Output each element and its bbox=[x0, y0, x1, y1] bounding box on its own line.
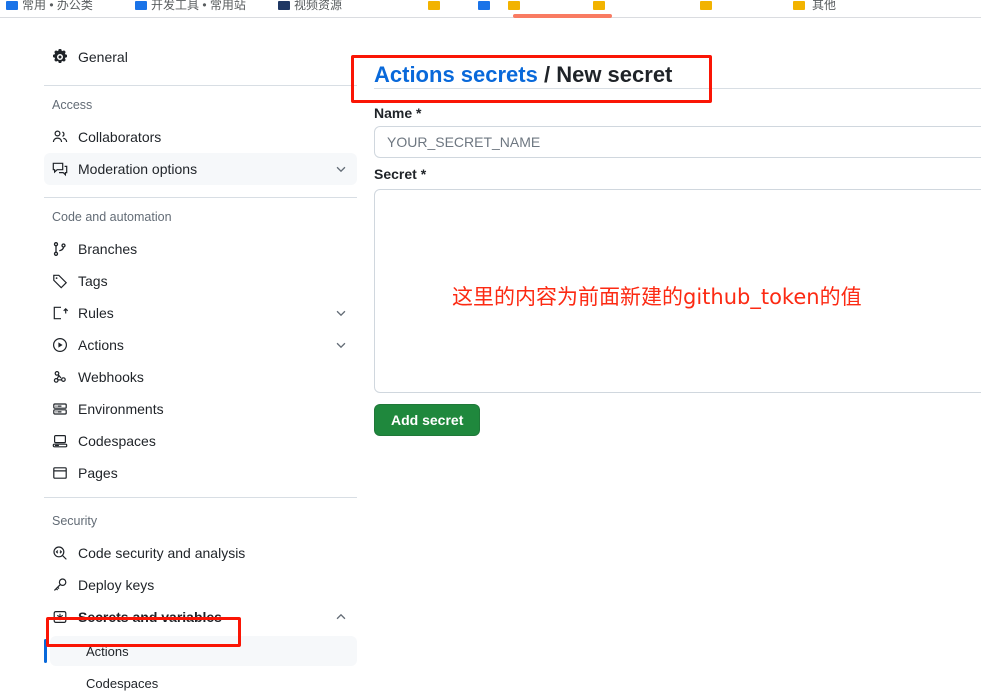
secret-field-label: Secret * bbox=[374, 166, 427, 182]
bookmark-folder-icon-8[interactable] bbox=[793, 1, 805, 10]
sidebar-item-label-moderation-options: Moderation options bbox=[78, 161, 198, 177]
main-content: Actions secrets / New secret Name * Secr… bbox=[374, 19, 981, 694]
sidebar-item-environments[interactable]: Environments bbox=[44, 393, 357, 425]
rules-icon bbox=[52, 305, 68, 321]
chevron-up-icon[interactable] bbox=[333, 609, 349, 625]
sidebar-divider-2 bbox=[44, 197, 357, 198]
bookmark-folder-icon-5[interactable] bbox=[508, 1, 520, 10]
git-branch-icon bbox=[52, 241, 68, 257]
sidebar-item-label-deploy-keys: Deploy keys bbox=[78, 577, 155, 593]
sidebar-subitem-label-codespaces: Codespaces bbox=[86, 675, 159, 691]
chevron-down-icon[interactable] bbox=[333, 337, 349, 353]
breadcrumb-link-actions-secrets[interactable]: Actions secrets bbox=[374, 62, 538, 87]
sidebar-item-label-pages: Pages bbox=[78, 465, 118, 481]
sidebar-item-secrets-and-variables[interactable]: Secrets and variables bbox=[44, 601, 357, 633]
play-circle-icon bbox=[52, 337, 68, 353]
active-tab-indicator bbox=[513, 14, 612, 18]
add-secret-button[interactable]: Add secret bbox=[374, 404, 481, 436]
webhook-icon bbox=[52, 369, 68, 385]
gear-icon bbox=[52, 49, 68, 65]
sidebar-subitem-label-actions: Actions bbox=[86, 643, 129, 659]
people-icon bbox=[52, 129, 68, 145]
bookmark-label-2[interactable]: 视频资源 bbox=[294, 0, 342, 11]
codespaces-icon bbox=[52, 433, 68, 449]
bookmark-icon-2[interactable] bbox=[278, 1, 290, 10]
sidebar-item-label-branches: Branches bbox=[78, 241, 138, 257]
secret-value-textarea[interactable] bbox=[374, 189, 981, 393]
breadcrumb-current: New secret bbox=[556, 61, 673, 87]
codescan-icon bbox=[52, 545, 68, 561]
browser-bookmarks-bar: 常用 • 办公类 开发工具 • 常用站 视频资源 其他 bbox=[0, 0, 981, 13]
sidebar-item-pages[interactable]: Pages bbox=[44, 457, 357, 489]
bookmark-label-9[interactable]: 其他 bbox=[812, 0, 836, 11]
sidebar-item-deploy-keys[interactable]: Deploy keys bbox=[44, 569, 357, 601]
sidebar-item-code-security-and-analysis[interactable]: Code security and analysis bbox=[44, 537, 357, 569]
sidebar-item-general[interactable]: General bbox=[44, 41, 357, 73]
sidebar-subitem-actions[interactable]: Actions bbox=[44, 636, 357, 666]
bookmark-icon-0[interactable] bbox=[6, 1, 18, 10]
bookmark-folder-icon-7[interactable] bbox=[700, 1, 712, 10]
sidebar-item-label-collaborators: Collaborators bbox=[78, 129, 162, 145]
sidebar-section-heading-access: Access bbox=[52, 98, 93, 112]
sidebar-item-moderation-options[interactable]: Moderation options bbox=[44, 153, 357, 185]
bookmark-folder-icon-6[interactable] bbox=[593, 1, 605, 10]
bookmark-folder-icon-3[interactable] bbox=[428, 1, 440, 10]
breadcrumb-separator: / bbox=[537, 61, 557, 87]
sidebar-item-label-environments: Environments bbox=[78, 401, 164, 417]
sidebar-item-collaborators[interactable]: Collaborators bbox=[44, 121, 357, 153]
sidebar-item-label-general: General bbox=[78, 49, 128, 65]
selected-indicator bbox=[44, 639, 47, 663]
name-field-label: Name * bbox=[374, 105, 422, 121]
sidebar-item-actions[interactable]: Actions bbox=[44, 329, 357, 361]
sidebar-item-rules[interactable]: Rules bbox=[44, 297, 357, 329]
title-divider bbox=[374, 88, 981, 89]
chevron-down-icon[interactable] bbox=[333, 305, 349, 321]
key-asterisk-icon bbox=[52, 609, 68, 625]
sidebar-item-label-secrets-and-variables: Secrets and variables bbox=[78, 609, 222, 625]
comment-discussion-icon bbox=[52, 161, 68, 177]
settings-page: General Access Collaborators Moderation … bbox=[0, 19, 981, 694]
page-title: Actions secrets / New secret bbox=[374, 60, 672, 90]
sidebar-divider-1 bbox=[44, 85, 357, 86]
browser-icon bbox=[52, 465, 68, 481]
bookmark-label-1[interactable]: 开发工具 • 常用站 bbox=[151, 0, 246, 11]
sidebar-item-label-code-security: Code security and analysis bbox=[78, 545, 246, 561]
browser-bar-separator bbox=[0, 13, 981, 18]
sidebar-item-webhooks[interactable]: Webhooks bbox=[44, 361, 357, 393]
settings-sidebar: General Access Collaborators Moderation … bbox=[44, 19, 357, 694]
bookmark-icon-1[interactable] bbox=[135, 1, 147, 10]
sidebar-item-label-codespaces: Codespaces bbox=[78, 433, 156, 449]
key-icon bbox=[52, 577, 68, 593]
sidebar-item-label-actions: Actions bbox=[78, 337, 124, 353]
sidebar-item-codespaces[interactable]: Codespaces bbox=[44, 425, 357, 457]
chevron-down-icon[interactable] bbox=[333, 161, 349, 177]
sidebar-section-heading-code-automation: Code and automation bbox=[52, 210, 172, 224]
bookmark-label-0[interactable]: 常用 • 办公类 bbox=[22, 0, 93, 11]
sidebar-item-label-tags: Tags bbox=[78, 273, 108, 289]
tag-icon bbox=[52, 273, 68, 289]
sidebar-section-heading-security: Security bbox=[52, 514, 98, 528]
secret-name-input[interactable] bbox=[374, 126, 981, 158]
sidebar-divider-3 bbox=[44, 497, 357, 498]
sidebar-item-tags[interactable]: Tags bbox=[44, 265, 357, 297]
sidebar-item-label-webhooks: Webhooks bbox=[78, 369, 144, 385]
sidebar-item-label-rules: Rules bbox=[78, 305, 114, 321]
sidebar-item-branches[interactable]: Branches bbox=[44, 233, 357, 265]
bookmark-icon-4[interactable] bbox=[478, 1, 490, 10]
server-icon bbox=[52, 401, 68, 417]
